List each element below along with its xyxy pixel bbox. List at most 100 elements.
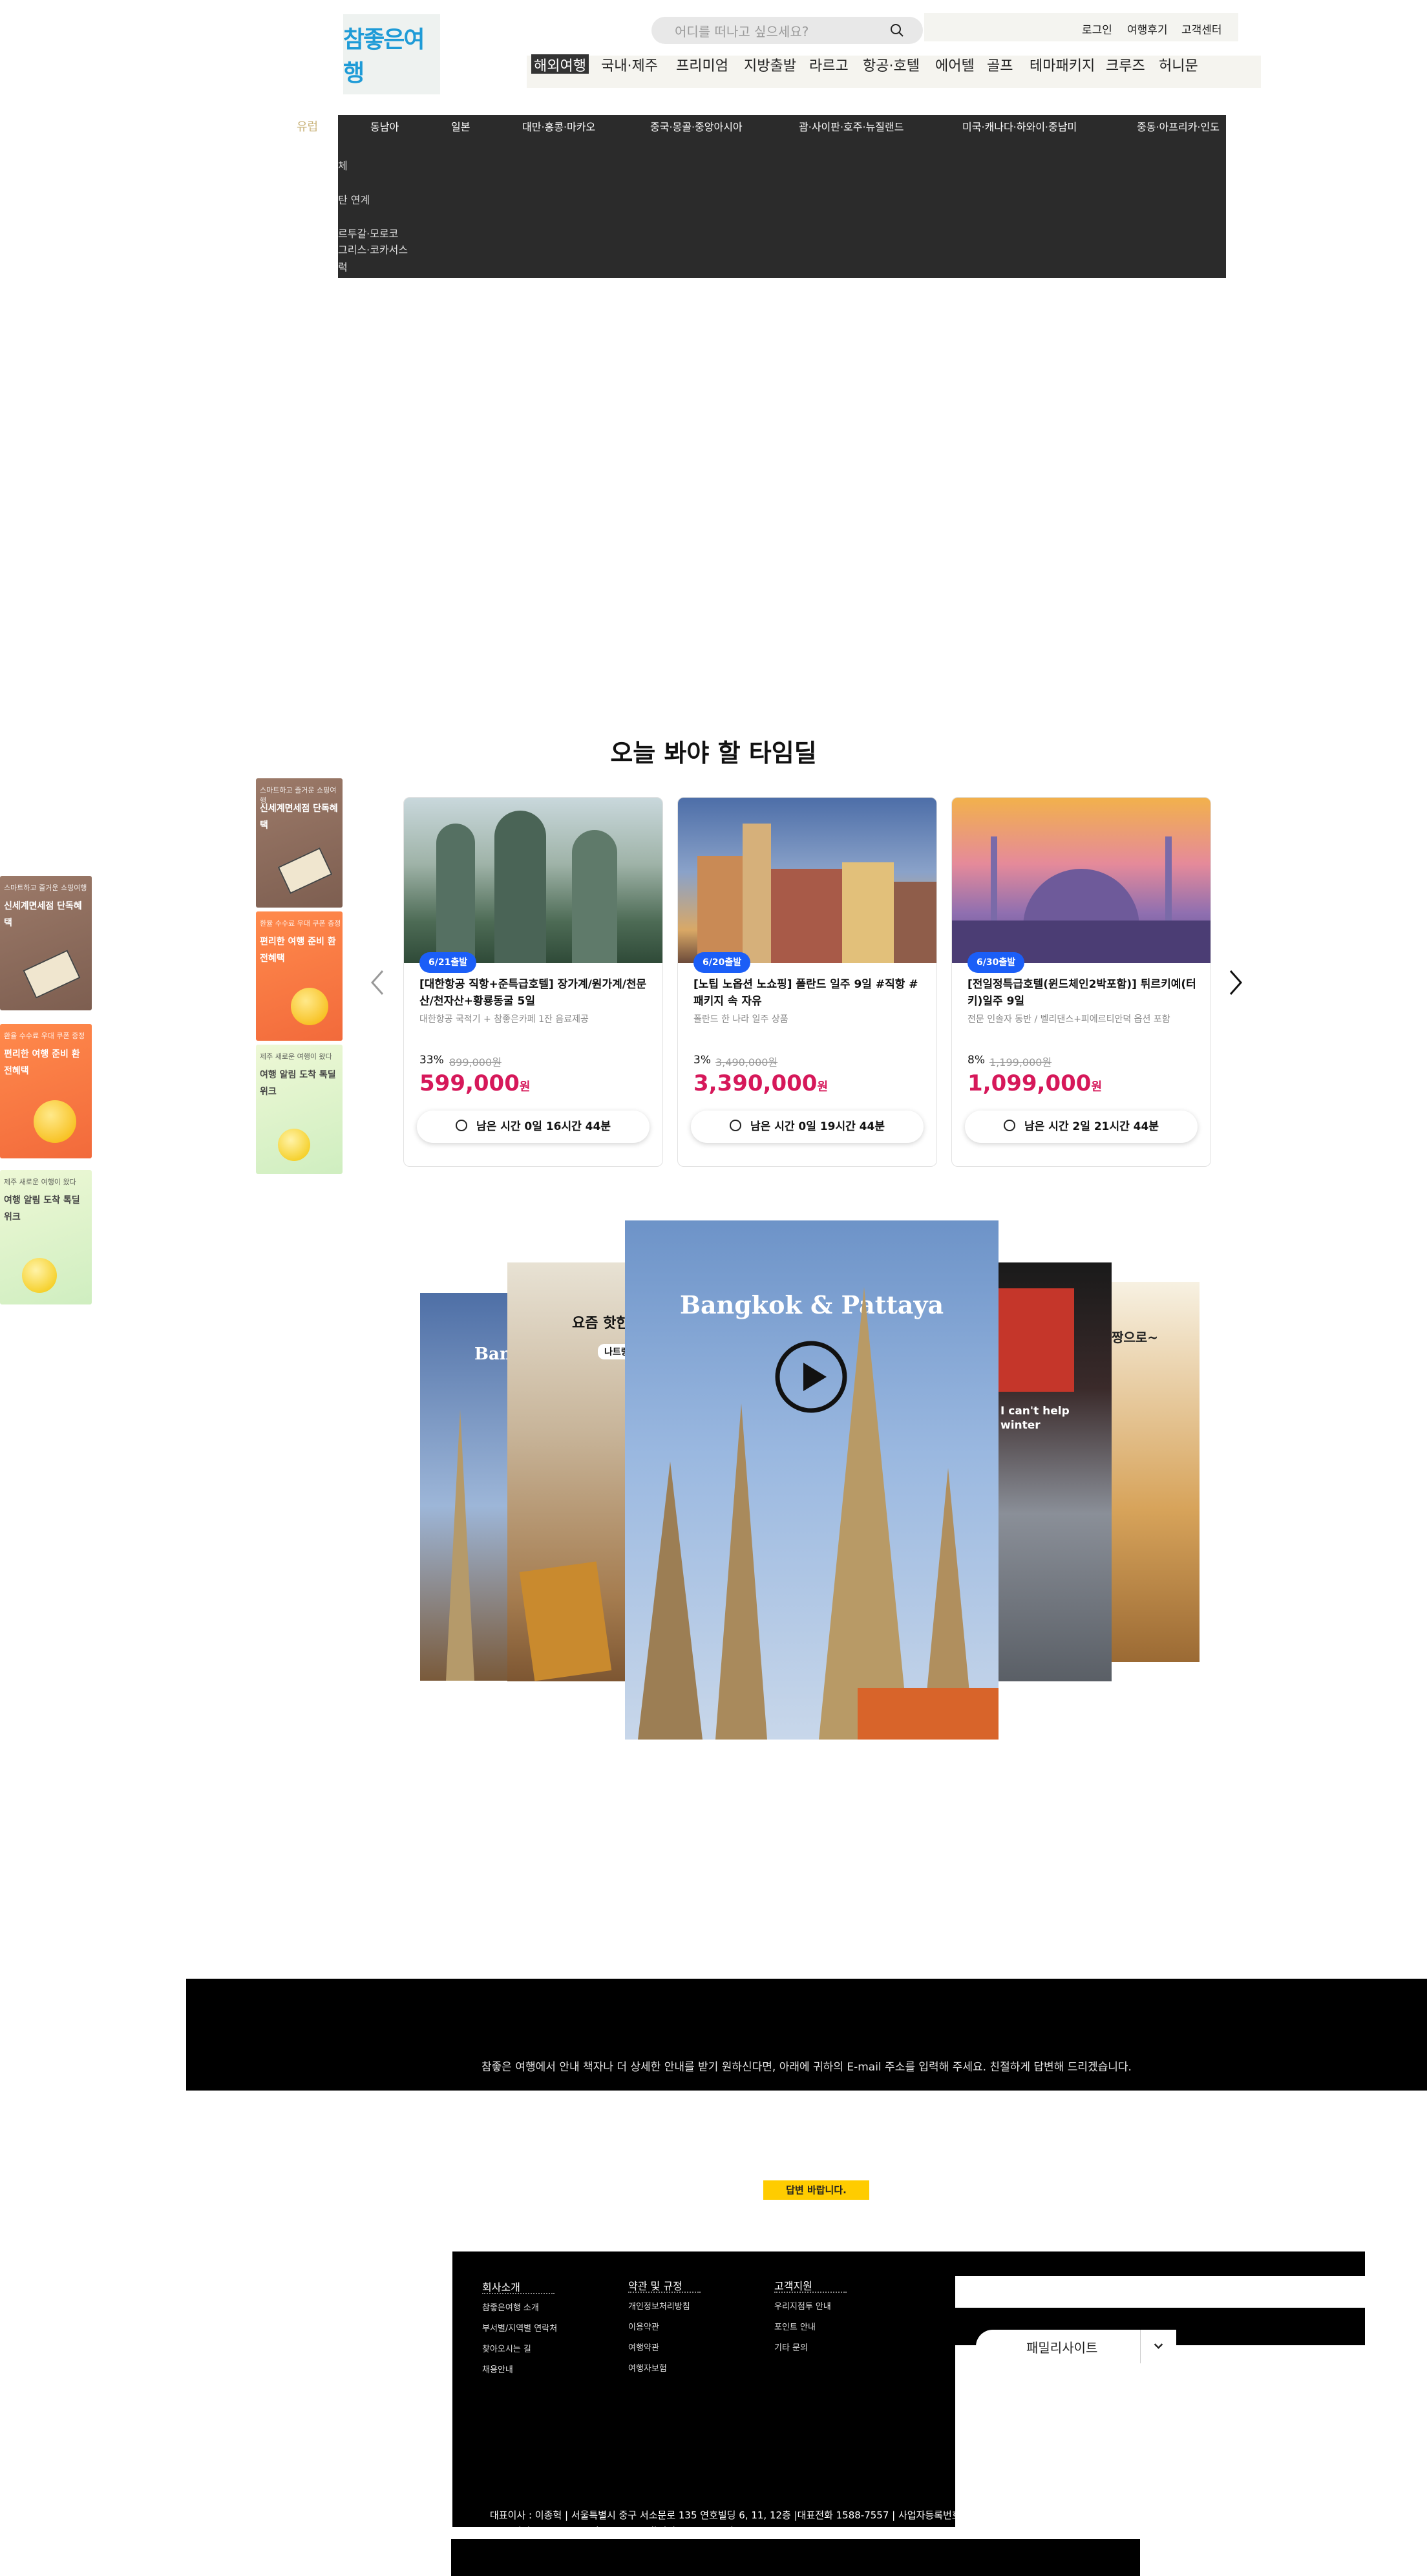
nav-largo[interactable]: 라르고 [809,54,849,74]
region-taiwan-hk[interactable]: 대만·홍콩·마카오 [522,118,595,134]
category-europe[interactable]: 유럽 [297,118,318,134]
footer-link[interactable]: 찾아오시는 길 [482,2342,531,2354]
banner-subtitle: 스마트하고 즐거운 쇼핑여행 [4,884,87,892]
banner-title: 편리한 여행 준비 환전혜택 [260,937,336,964]
carousel-next-arrow[interactable] [1227,968,1245,997]
departure-badge: 6/21출발 [419,952,477,973]
side-banner-talkdeal[interactable]: 제주 새로운 여행이 왔다 여행 알림 도착 톡딜위크 [256,1045,343,1174]
banner-subtitle: 제주 새로운 여행이 왔다 [260,1052,332,1061]
nav-regional[interactable]: 지방출발 [744,54,796,74]
deal-card[interactable]: 6/20출발 [노팁 노옵션 노쇼핑] 폴란드 일주 9일 #직항 #패키지 속… [677,797,937,1167]
footer-link[interactable]: 이용약관 [628,2320,659,2332]
reviews-link[interactable]: 여행후기 [1127,21,1168,37]
nav-golf[interactable]: 골프 [987,54,1013,74]
nav-honeymoon[interactable]: 허니문 [1159,54,1198,74]
newsletter-submit-button[interactable]: 답변 바랍니다. [763,2180,869,2200]
nav-premium[interactable]: 프리미엄 [676,54,728,74]
footer-link[interactable]: 참좋은여행 소개 [482,2301,539,2313]
side-banner-duty-free[interactable]: 스마트하고 즐거운 쇼핑여행 신세계면세점 단독혜택 [256,778,343,908]
duck-icon [22,1258,57,1293]
deal-subtitle: 전문 인솔자 동반 / 벨리댄스+피에르티안덕 옵션 포함 [967,1014,1170,1025]
nav-domestic[interactable]: 국내·제주 [601,54,658,74]
footer-bottom-bar [451,2539,1140,2576]
video-tag: 나트랑 [598,1344,626,1359]
video-thumb-far-right[interactable]: 짱으로~ [1112,1282,1200,1662]
shopping-tag-icon [23,950,81,999]
deal-card[interactable]: 6/21출발 [대한항공 직항+준특급호텔] 장가계/원가계/천문산/천자산+황… [403,797,663,1167]
temple-roof [858,1688,999,1740]
clock-icon [456,1120,468,1131]
sub-item[interactable]: 럭 [338,259,348,274]
deal-card-image [952,798,1210,963]
region-guam-oceania[interactable]: 괌·사이판·호주·뉴질랜드 [799,118,904,134]
side-banner-exchange[interactable]: 환율 수수료 우대 쿠폰 증정 편리한 여행 준비 환전혜택 [256,911,343,1041]
footer-link[interactable]: 여행자보험 [628,2361,667,2374]
region-japan[interactable]: 일본 [451,118,470,134]
footer-link[interactable]: 우리지점투 안내 [774,2299,831,2312]
temple-spire [638,1462,703,1740]
nav-cruise[interactable]: 크루즈 [1106,54,1145,74]
footer-link[interactable]: 포인트 안내 [774,2320,816,2332]
sub-item[interactable]: 체 [338,157,348,173]
sale-price-value: 599,000 [419,1070,520,1096]
banner-title: 여행 알림 도착 톡딜위크 [4,1195,80,1222]
footer-col-title: 회사소개 [482,2281,520,2294]
login-link[interactable]: 로그인 [1082,21,1112,37]
site-logo[interactable]: 참좋은여행 [343,14,440,94]
chevron-down-icon[interactable] [1140,2330,1176,2363]
side-banner-exchange[interactable]: 환율 수수료 우대 쿠폰 증정 편리한 여행 준비 환전혜택 [0,1024,92,1158]
footer-col-title: 약관 및 규정 [628,2280,682,2292]
carousel-prev-arrow[interactable] [368,968,386,997]
search-placeholder: 어디를 떠나고 싶으세요? [675,24,809,39]
footer-link[interactable]: 기타 문의 [774,2341,808,2353]
banner-title: 여행 알림 도착 톡딜위크 [260,1070,336,1097]
region-southeast-asia[interactable]: 동남아 [370,118,399,134]
departure-badge: 6/20출발 [693,952,751,973]
price-unit: 원 [519,1080,531,1094]
banner-title: 신세계면세점 단독혜택 [4,901,82,928]
temple-spire [715,1403,767,1740]
nav-overseas[interactable]: 해외여행 [531,54,589,74]
deal-title: [노팁 노옵션 노쇼핑] 폴란드 일주 9일 #직항 #패키지 속 자유 [693,978,918,1008]
coin-icon [34,1100,76,1143]
side-banner-talkdeal[interactable]: 제주 새로운 여행이 왔다 여행 알림 도착 톡딜위크 [0,1170,92,1304]
nav-airtel[interactable]: 에어텔 [935,54,975,74]
footer-link[interactable]: 개인정보처리방침 [628,2299,690,2312]
footer: 회사소개 참좋은여행 소개 부서별/지역별 연락처 찾아오시는 길 채용안내 약… [452,2251,955,2527]
deal-card[interactable]: 6/30출발 [전일정특급호텔(윈드체인2박포함)] 튀르키예(터키)일주 9일… [951,797,1211,1167]
footer-link[interactable]: 채용안내 [482,2363,513,2375]
search-icon[interactable] [889,23,905,38]
remaining-time-text: 남은 시간 2일 21시간 44분 [1024,1120,1159,1133]
customer-center-link[interactable]: 고객센터 [1181,21,1222,37]
footer-link[interactable]: 여행약관 [628,2341,659,2353]
nav-theme[interactable]: 테마패키지 [1030,54,1095,74]
region-americas[interactable]: 미국·캐나다·하와이·중남미 [962,118,1077,134]
mega-menu-dropdown: 동남아 일본 대만·홍콩·마카오 중국·몽골·중앙아시아 괌·사이판·호주·뉴질… [338,115,1226,278]
video-caption: 짱으로~ [1112,1330,1158,1345]
region-middle-east[interactable]: 중동·아프리카·인도 [1137,118,1220,134]
side-banner-duty-free[interactable]: 스마트하고 즐거운 쇼핑여행 신세계면세점 단독혜택 [0,876,92,1010]
deal-title: [대한항공 직항+준특급호텔] 장가계/원가계/천문산/천자산+황룡동굴 5일 [419,978,647,1008]
region-china[interactable]: 중국·몽골·중앙아시아 [650,118,743,134]
sale-price: 3,390,000원 [693,1070,828,1096]
search-bar[interactable]: 어디를 떠나고 싶으세요? [651,17,923,44]
discount-rate: 3% [693,1054,711,1067]
video-thumb-right[interactable]: I can't help winter [997,1262,1112,1681]
family-site-select[interactable]: 패밀리사이트 [976,2330,1176,2363]
sub-item[interactable]: 탄 연계 [338,191,370,207]
play-icon[interactable] [775,1341,847,1413]
footer-link[interactable]: 부서별/지역별 연락처 [482,2321,557,2334]
sub-item[interactable]: 르투갈·모로코 [338,225,398,240]
banner-title: 편리한 여행 준비 환전혜택 [4,1049,80,1076]
sub-item[interactable]: 그리스·코카서스 [338,241,408,257]
video-title: Ban [474,1345,512,1364]
video-thumb-left[interactable]: 요즘 핫한 나트랑 [507,1262,626,1681]
nav-air-hotel[interactable]: 항공·호텔 [863,54,920,74]
video-thumb-main[interactable]: Bangkok & Pattaya [625,1220,999,1740]
footer-col-title: 고객지원 [774,2280,812,2292]
price-unit: 원 [1091,1080,1102,1094]
departure-badge: 6/30출발 [967,952,1025,973]
video-main-title: Bangkok & Pattaya [679,1290,944,1319]
company-info: 대표이사 : 이종혁 | 서울특별시 중구 서소문로 135 연호빌딩 6, 1… [490,2509,983,2521]
timedeal-title: 오늘 봐야 할 타임딜 [610,739,817,767]
